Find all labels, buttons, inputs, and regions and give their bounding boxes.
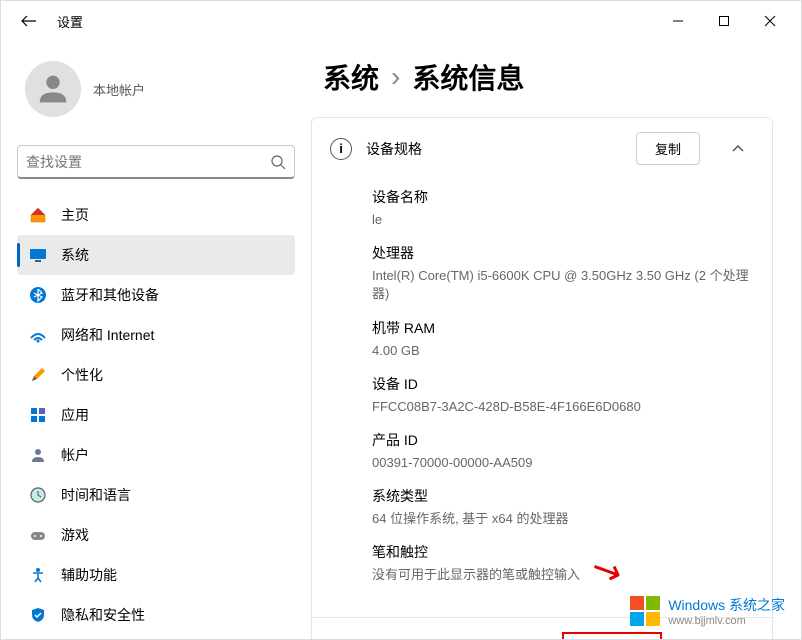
spec-value: 00391-70000-00000-AA509 bbox=[372, 454, 754, 472]
breadcrumb-separator: › bbox=[391, 61, 400, 93]
watermark: Windows 系统之家 www.bjjmlv.com bbox=[630, 595, 785, 627]
spec-value: Intel(R) Core(TM) i5-6600K CPU @ 3.50GHz… bbox=[372, 267, 754, 303]
nav-home[interactable]: 主页 bbox=[17, 195, 295, 235]
copy-button[interactable]: 复制 bbox=[636, 132, 700, 165]
related-label: 相关链接 bbox=[326, 638, 382, 640]
nav-label: 帐户 bbox=[61, 445, 89, 465]
spec-row: 系统类型 64 位操作系统, 基于 x64 的处理器 bbox=[372, 486, 754, 528]
nav-label: 系统 bbox=[61, 245, 89, 265]
info-icon: i bbox=[330, 138, 352, 160]
nav-label: 应用 bbox=[61, 405, 89, 425]
accessibility-icon bbox=[29, 566, 47, 584]
home-icon bbox=[29, 206, 47, 224]
nav-label: 游戏 bbox=[61, 525, 89, 545]
breadcrumb-current: 系统信息 bbox=[412, 57, 524, 97]
spec-row: 处理器 Intel(R) Core(TM) i5-6600K CPU @ 3.5… bbox=[372, 243, 754, 303]
spec-label: 笔和触控 bbox=[372, 542, 754, 562]
nav-label: 个性化 bbox=[61, 365, 103, 385]
spec-label: 机带 RAM bbox=[372, 318, 754, 338]
breadcrumb-parent[interactable]: 系统 bbox=[323, 57, 379, 97]
spec-row: 设备名称 le bbox=[372, 187, 754, 229]
nav-list: 主页 系统 蓝牙和其他设备 网络和 Internet 个性化 bbox=[17, 195, 295, 635]
system-icon bbox=[29, 246, 47, 264]
nav-personalize[interactable]: 个性化 bbox=[17, 355, 295, 395]
time-icon bbox=[29, 486, 47, 504]
network-icon bbox=[29, 326, 47, 344]
back-button[interactable] bbox=[9, 1, 49, 41]
card-title: 设备规格 bbox=[366, 139, 622, 159]
chevron-up-icon bbox=[731, 142, 745, 156]
account-icon bbox=[29, 446, 47, 464]
search-icon bbox=[270, 154, 286, 170]
bluetooth-icon bbox=[29, 286, 47, 304]
spec-row: 机带 RAM 4.00 GB bbox=[372, 318, 754, 360]
nav-time[interactable]: 时间和语言 bbox=[17, 475, 295, 515]
spec-label: 设备 ID bbox=[372, 374, 754, 394]
personalize-icon bbox=[29, 366, 47, 384]
spec-label: 设备名称 bbox=[372, 187, 754, 207]
nav-label: 网络和 Internet bbox=[61, 325, 154, 345]
watermark-url: www.bjjmlv.com bbox=[668, 615, 785, 627]
link-system-protection[interactable]: 系统保护 bbox=[488, 638, 544, 640]
minimize-button[interactable] bbox=[655, 5, 701, 37]
search-box[interactable] bbox=[17, 145, 295, 179]
nav-label: 主页 bbox=[61, 205, 89, 225]
spec-row: 产品 ID 00391-70000-00000-AA509 bbox=[372, 430, 754, 472]
user-profile[interactable]: 本地帐户 bbox=[17, 41, 295, 137]
maximize-button[interactable] bbox=[701, 5, 747, 37]
spec-value: le bbox=[372, 211, 754, 229]
spec-label: 处理器 bbox=[372, 243, 754, 263]
collapse-button[interactable] bbox=[722, 133, 754, 165]
spec-label: 系统类型 bbox=[372, 486, 754, 506]
watermark-title: Windows 系统之家 bbox=[668, 595, 785, 615]
avatar-icon bbox=[25, 61, 81, 117]
breadcrumb: 系统 › 系统信息 bbox=[311, 57, 773, 97]
spec-value: FFCC08B7-3A2C-428D-B58E-4F166E6D0680 bbox=[372, 398, 754, 416]
device-specs-card: i 设备规格 复制 设备名称 le 处理器 Intel(R) Core(T bbox=[311, 117, 773, 639]
nav-label: 时间和语言 bbox=[61, 485, 131, 505]
search-input[interactable] bbox=[26, 154, 270, 170]
nav-accessibility[interactable]: 辅助功能 bbox=[17, 555, 295, 595]
nav-account[interactable]: 帐户 bbox=[17, 435, 295, 475]
nav-apps[interactable]: 应用 bbox=[17, 395, 295, 435]
nav-bluetooth[interactable]: 蓝牙和其他设备 bbox=[17, 275, 295, 315]
spec-row: 笔和触控 没有可用于此显示器的笔或触控输入 bbox=[372, 542, 754, 584]
spec-list: 设备名称 le 处理器 Intel(R) Core(TM) i5-6600K C… bbox=[312, 179, 772, 617]
nav-label: 辅助功能 bbox=[61, 565, 117, 585]
link-advanced-settings[interactable]: 高级系统设置 bbox=[562, 632, 662, 640]
link-domain[interactable]: 域或工作组 bbox=[400, 638, 470, 640]
spec-value: 4.00 GB bbox=[372, 342, 754, 360]
nav-games[interactable]: 游戏 bbox=[17, 515, 295, 555]
window-title: 设置 bbox=[57, 12, 83, 31]
nav-system[interactable]: 系统 bbox=[17, 235, 295, 275]
spec-value: 64 位操作系统, 基于 x64 的处理器 bbox=[372, 510, 754, 528]
nav-label: 蓝牙和其他设备 bbox=[61, 285, 159, 305]
spec-label: 产品 ID bbox=[372, 430, 754, 450]
nav-network[interactable]: 网络和 Internet bbox=[17, 315, 295, 355]
spec-row: 设备 ID FFCC08B7-3A2C-428D-B58E-4F166E6D06… bbox=[372, 374, 754, 416]
spec-value: 没有可用于此显示器的笔或触控输入 bbox=[372, 566, 754, 584]
nav-privacy[interactable]: 隐私和安全性 bbox=[17, 595, 295, 635]
windows-logo-icon bbox=[630, 596, 660, 626]
close-button[interactable] bbox=[747, 5, 793, 37]
nav-label: 隐私和安全性 bbox=[61, 605, 145, 625]
account-type-label: 本地帐户 bbox=[93, 80, 145, 99]
apps-icon bbox=[29, 406, 47, 424]
privacy-icon bbox=[29, 606, 47, 624]
games-icon bbox=[29, 526, 47, 544]
